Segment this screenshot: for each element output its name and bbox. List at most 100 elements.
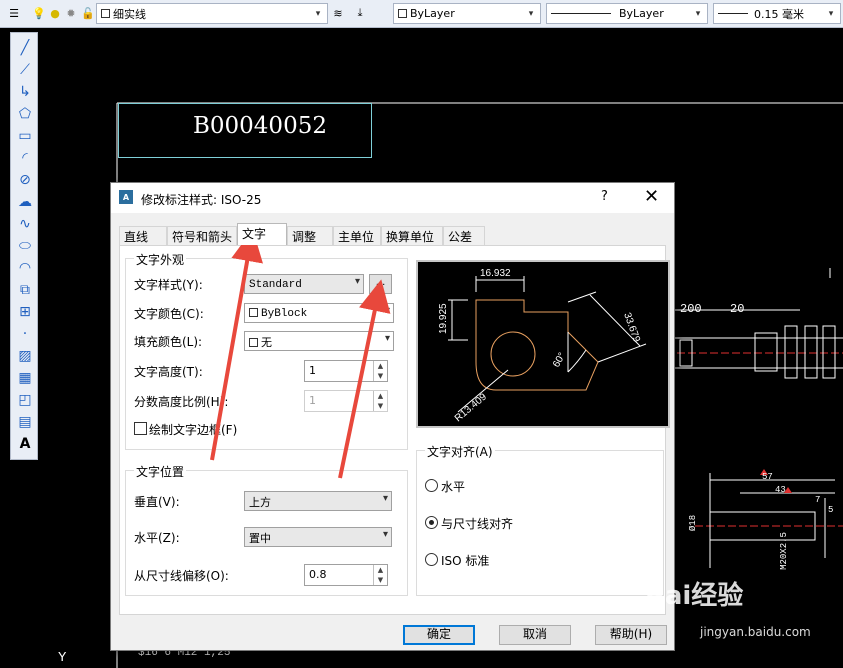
properties-toolbar: ☰ 💡 ● ✹ 🔓 细实线 ▾ ≋ ⤓ ByLayer ▾ ByLayer ▾ … — [0, 0, 843, 28]
color-value: ByLayer — [410, 7, 455, 20]
fill-color-label: 填充颜色(L): — [134, 335, 203, 349]
chevron-down-icon: ▾ — [382, 493, 388, 504]
lineweight-dropdown[interactable]: 0.15 毫米 ▾ — [713, 3, 841, 24]
arc-icon[interactable]: ◜ — [16, 149, 34, 167]
region-icon[interactable]: ◰ — [16, 391, 34, 409]
freeze-icon[interactable]: ✹ — [63, 5, 79, 21]
tab-fit[interactable]: 调整 — [287, 226, 333, 245]
text-appearance-group: 文字外观 文字样式(Y): Standard ▾ ... 文字颜色(C): By… — [125, 251, 408, 450]
tab-lines[interactable]: 直线 — [119, 226, 167, 245]
fraction-height-spinner: 1 ▲ ▼ — [304, 390, 388, 412]
baidu-watermark: Bai经验 — [645, 581, 744, 611]
line-icon[interactable]: ╱ — [16, 39, 34, 57]
construction-line-icon[interactable]: ⟋ — [16, 61, 34, 79]
text-height-spinner[interactable]: 1 ▲ ▼ — [304, 360, 388, 382]
make-current-layer-icon[interactable]: ≋ — [330, 5, 346, 21]
make-block-icon[interactable]: ⊞ — [16, 303, 34, 321]
linetype-dropdown[interactable]: ByLayer ▾ — [546, 3, 708, 24]
layer-dropdown[interactable]: 细实线 ▾ — [96, 3, 328, 24]
preview-dim-angle: 60° — [551, 351, 568, 370]
horizontal-value: 置中 — [249, 532, 271, 545]
bulb-icon[interactable]: 💡 — [31, 5, 47, 21]
text-style-label: 文字样式(Y): — [134, 278, 203, 292]
text-placement-group: 文字位置 垂直(V): 上方 ▾ 水平(Z): 置中 ▾ 从尺寸线偏移(O): … — [125, 463, 408, 596]
spin-down-icon: ▼ — [373, 401, 387, 411]
polygon-icon[interactable]: ⬠ — [16, 105, 34, 123]
vertical-label: 垂直(V): — [134, 495, 180, 509]
text-alignment-group: 文字对齐(A) 水平 与尺寸线对齐 ISO 标准 — [416, 443, 664, 596]
align-horizontal-radio[interactable] — [425, 479, 438, 492]
spin-up-icon[interactable]: ▲ — [373, 565, 387, 575]
color-dropdown[interactable]: ByLayer ▾ — [393, 3, 541, 24]
chevron-down-icon: ▾ — [354, 276, 360, 287]
revision-cloud-icon[interactable]: ☁ — [16, 193, 34, 211]
lock-icon[interactable]: 🔓 — [80, 5, 96, 21]
align-with-dim-line-radio[interactable] — [425, 516, 438, 529]
align-with-dim-line-label: 与尺寸线对齐 — [441, 517, 514, 531]
polyline-icon[interactable]: ↳ — [16, 83, 34, 101]
text-style-select[interactable]: Standard ▾ — [244, 274, 364, 294]
tab-alternate-units[interactable]: 换算单位 — [381, 226, 443, 245]
ellipse-icon[interactable]: ⬭ — [16, 237, 34, 255]
linetype-value: ByLayer — [619, 7, 664, 20]
ok-button[interactable]: 确定 — [403, 625, 475, 645]
layer-previous-icon[interactable]: ⤓ — [352, 5, 368, 21]
sun-icon[interactable]: ● — [47, 5, 63, 21]
dim-label: Ø18 — [688, 514, 699, 532]
chevron-down-icon: ▾ — [695, 8, 701, 19]
chevron-down-icon: ▾ — [315, 8, 321, 19]
group-title: 文字对齐(A) — [425, 443, 495, 460]
text-color-select[interactable]: ByBlock ▾ — [244, 303, 394, 323]
offset-spinner[interactable]: 0.8 ▲ ▼ — [304, 564, 388, 586]
spin-up-icon[interactable]: ▲ — [373, 361, 387, 371]
horizontal-select[interactable]: 置中 ▾ — [244, 527, 392, 547]
layer-color-swatch — [101, 9, 110, 18]
tab-primary-units[interactable]: 主单位 — [333, 226, 381, 245]
text-style-value: Standard — [249, 279, 302, 291]
spin-down-icon[interactable]: ▼ — [373, 575, 387, 585]
color-swatch — [398, 9, 407, 18]
fill-color-value: 无 — [261, 336, 272, 349]
gradient-icon[interactable]: ▦ — [16, 369, 34, 387]
layer-manager-icon[interactable]: ☰ — [6, 5, 22, 21]
dimension-preview: 16.932 19.925 33.679 60° R13.409 — [416, 260, 670, 428]
point-icon[interactable]: · — [16, 325, 34, 343]
offset-value: 0.8 — [309, 568, 327, 581]
spin-down-icon[interactable]: ▼ — [373, 371, 387, 381]
chevron-down-icon: ▾ — [382, 529, 388, 540]
fill-color-select[interactable]: 无 ▾ — [244, 331, 394, 351]
insert-block-icon[interactable]: ⧉ — [16, 281, 34, 299]
preview-dim-left: 19.925 — [438, 303, 449, 334]
dim-label: 7 — [815, 495, 821, 505]
tab-text[interactable]: 文字 — [237, 223, 287, 245]
draw-toolbar: ╱ ⟋ ↳ ⬠ ▭ ◜ ⊘ ☁ ∿ ⬭ ◠ ⧉ ⊞ · ▨ ▦ ◰ ▤ A — [10, 32, 38, 460]
align-iso-radio[interactable] — [425, 553, 438, 566]
table-icon[interactable]: ▤ — [16, 413, 34, 431]
close-button[interactable]: ✕ — [644, 186, 659, 207]
draw-frame-label: 绘制文字边框(F) — [149, 423, 238, 437]
chevron-down-icon: ▾ — [528, 8, 534, 19]
draw-frame-checkbox[interactable] — [134, 422, 147, 435]
linetype-sample — [551, 13, 611, 14]
group-title: 文字外观 — [134, 251, 187, 268]
tab-tolerances[interactable]: 公差 — [443, 226, 485, 245]
tab-symbols-arrows[interactable]: 符号和箭头 — [167, 226, 237, 245]
watermark-url: jingyan.baidu.com — [700, 625, 811, 639]
hatch-icon[interactable]: ▨ — [16, 347, 34, 365]
dim-label: 200 — [680, 302, 702, 316]
multiline-text-icon[interactable]: A — [16, 435, 34, 453]
lineweight-value: 0.15 毫米 — [754, 7, 804, 21]
rectangle-icon[interactable]: ▭ — [16, 127, 34, 145]
vertical-select[interactable]: 上方 ▾ — [244, 491, 392, 511]
spline-icon[interactable]: ∿ — [16, 215, 34, 233]
preview-dim-slant: 33.679 — [621, 311, 642, 344]
dim-label: M20X2.5 — [778, 532, 789, 570]
help-button[interactable]: ? — [601, 189, 608, 204]
text-style-browse-button[interactable]: ... — [369, 274, 392, 294]
ellipse-arc-icon[interactable]: ◠ — [16, 259, 34, 277]
cancel-button[interactable]: 取消 — [499, 625, 571, 645]
circle-icon[interactable]: ⊘ — [16, 171, 34, 189]
help-dialog-button[interactable]: 帮助(H) — [595, 625, 667, 645]
lineweight-sample — [718, 13, 748, 14]
preview-dim-top: 16.932 — [480, 268, 511, 279]
